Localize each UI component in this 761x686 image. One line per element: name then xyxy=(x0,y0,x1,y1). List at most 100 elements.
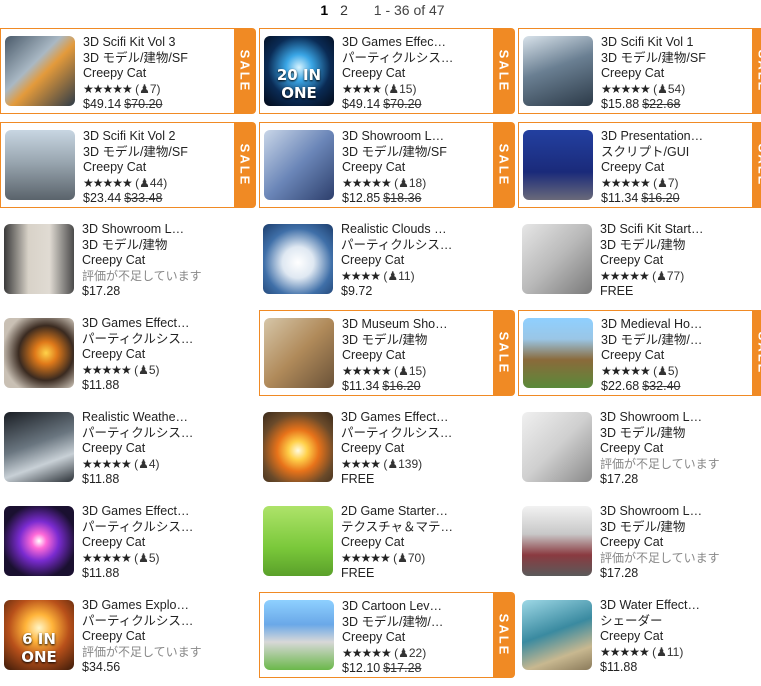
asset-publisher[interactable]: Creepy Cat xyxy=(601,348,713,364)
asset-publisher[interactable]: Creepy Cat xyxy=(600,253,748,269)
asset-card[interactable]: 3D Games Effect… パーティクルシス… Creepy Cat ★★★★★… xyxy=(0,310,238,396)
asset-publisher[interactable]: Creepy Cat xyxy=(82,535,230,551)
asset-title[interactable]: 3D Games Effec… xyxy=(342,35,454,51)
asset-category[interactable]: 3D モデル/建物/SF xyxy=(83,145,195,161)
asset-thumbnail[interactable] xyxy=(4,224,74,294)
asset-thumbnail[interactable] xyxy=(263,506,333,576)
asset-publisher[interactable]: Creepy Cat xyxy=(342,348,454,364)
asset-category[interactable]: 3D モデル/建物 xyxy=(600,520,748,536)
asset-publisher[interactable]: Creepy Cat xyxy=(83,160,195,176)
asset-category[interactable]: テクスチャ＆マテ… xyxy=(341,520,489,536)
asset-card[interactable]: Realistic Weathe… パーティクルシス… Creepy Cat ★★★★… xyxy=(0,404,238,490)
asset-category[interactable]: スクリプト/GUI xyxy=(601,145,713,161)
asset-thumbnail[interactable] xyxy=(523,318,593,388)
asset-card[interactable]: 3D Showroom L… 3D モデル/建物/SF Creepy Cat ★★★★… xyxy=(259,122,515,208)
asset-publisher[interactable]: Creepy Cat xyxy=(341,253,489,269)
asset-category[interactable]: シェーダー xyxy=(600,614,748,630)
asset-title[interactable]: 3D Scifi Kit Start… xyxy=(600,222,748,238)
asset-category[interactable]: 3D モデル/建物 xyxy=(600,238,748,254)
asset-category[interactable]: パーティクルシス… xyxy=(82,520,230,536)
asset-title[interactable]: 3D Museum Sho… xyxy=(342,317,454,333)
asset-category[interactable]: パーティクルシス… xyxy=(341,426,489,442)
asset-card[interactable]: 3D Showroom L… 3D モデル/建物 Creepy Cat 評価が不足して… xyxy=(0,216,238,302)
asset-thumbnail[interactable] xyxy=(4,412,74,482)
asset-card[interactable]: 3D Scifi Kit Vol 2 3D モデル/建物/SF Creepy Cat… xyxy=(0,122,256,208)
asset-category[interactable]: 3D モデル/建物/… xyxy=(601,333,713,349)
asset-thumbnail[interactable] xyxy=(523,36,593,106)
asset-title[interactable]: 3D Showroom L… xyxy=(600,504,748,520)
asset-thumbnail[interactable] xyxy=(4,506,74,576)
asset-card[interactable]: 3D Cartoon Lev… 3D モデル/建物/… Creepy Cat ★★★★… xyxy=(259,592,515,678)
asset-thumbnail[interactable] xyxy=(4,318,74,388)
asset-thumbnail[interactable] xyxy=(5,36,75,106)
asset-thumbnail[interactable] xyxy=(5,130,75,200)
asset-publisher[interactable]: Creepy Cat xyxy=(341,441,489,457)
asset-title[interactable]: 3D Scifi Kit Vol 1 xyxy=(601,35,713,51)
asset-card[interactable]: 3D Scifi Kit Vol 3 3D モデル/建物/SF Creepy Cat… xyxy=(0,28,256,114)
asset-card[interactable]: Realistic Clouds … パーティクルシス… Creepy Cat ★★★… xyxy=(259,216,497,302)
asset-card[interactable]: 3D Medieval Ho… 3D モデル/建物/… Creepy Cat ★★★★… xyxy=(518,310,761,396)
asset-publisher[interactable]: Creepy Cat xyxy=(600,629,748,645)
asset-card[interactable]: 3D Games Effect… パーティクルシス… Creepy Cat ★★★★ … xyxy=(259,404,497,490)
asset-card[interactable]: 6 IN ONE 3D Games Explo… パーティクルシス… Creepy C… xyxy=(0,592,238,678)
asset-publisher[interactable]: Creepy Cat xyxy=(342,160,454,176)
asset-publisher[interactable]: Creepy Cat xyxy=(600,441,748,457)
asset-category[interactable]: 3D モデル/建物/SF xyxy=(342,145,454,161)
asset-card[interactable]: 2D Game Starter… テクスチャ＆マテ… Creepy Cat ★★★★★… xyxy=(259,498,497,584)
asset-title[interactable]: 3D Showroom L… xyxy=(600,410,748,426)
asset-title[interactable]: Realistic Clouds … xyxy=(341,222,489,238)
asset-publisher[interactable]: Creepy Cat xyxy=(342,630,454,646)
asset-category[interactable]: パーティクルシス… xyxy=(341,238,489,254)
asset-title[interactable]: 3D Medieval Ho… xyxy=(601,317,713,333)
asset-card[interactable]: 3D Showroom L… 3D モデル/建物 Creepy Cat 評価が不足して… xyxy=(518,498,756,584)
asset-publisher[interactable]: Creepy Cat xyxy=(601,66,713,82)
asset-title[interactable]: 3D Cartoon Lev… xyxy=(342,599,454,615)
asset-publisher[interactable]: Creepy Cat xyxy=(342,66,454,82)
asset-thumbnail[interactable] xyxy=(523,130,593,200)
asset-publisher[interactable]: Creepy Cat xyxy=(83,66,195,82)
asset-title[interactable]: 3D Games Effect… xyxy=(341,410,489,426)
asset-title[interactable]: 3D Games Explo… xyxy=(82,598,230,614)
asset-category[interactable]: 3D モデル/建物 xyxy=(600,426,748,442)
asset-thumbnail[interactable] xyxy=(263,412,333,482)
asset-thumbnail[interactable]: 20 IN ONE xyxy=(264,36,334,106)
asset-title[interactable]: 3D Scifi Kit Vol 3 xyxy=(83,35,195,51)
page-link-2[interactable]: 2 xyxy=(340,2,348,18)
asset-title[interactable]: 3D Showroom L… xyxy=(82,222,230,238)
asset-thumbnail[interactable] xyxy=(522,224,592,294)
asset-thumbnail[interactable] xyxy=(522,600,592,670)
asset-title[interactable]: 2D Game Starter… xyxy=(341,504,489,520)
asset-title[interactable]: 3D Showroom L… xyxy=(342,129,454,145)
asset-thumbnail[interactable] xyxy=(264,130,334,200)
asset-category[interactable]: 3D モデル/建物/SF xyxy=(83,51,195,67)
asset-title[interactable]: 3D Games Effect… xyxy=(82,316,230,332)
asset-title[interactable]: Realistic Weathe… xyxy=(82,410,230,426)
asset-title[interactable]: 3D Water Effect… xyxy=(600,598,748,614)
asset-category[interactable]: 3D モデル/建物/… xyxy=(342,615,454,631)
asset-category[interactable]: 3D モデル/建物 xyxy=(342,333,454,349)
asset-publisher[interactable]: Creepy Cat xyxy=(82,441,230,457)
asset-category[interactable]: 3D モデル/建物/SF xyxy=(601,51,713,67)
asset-category[interactable]: パーティクルシス… xyxy=(82,332,230,348)
asset-thumbnail[interactable] xyxy=(263,224,333,294)
asset-card[interactable]: 3D Scifi Kit Vol 1 3D モデル/建物/SF Creepy Cat… xyxy=(518,28,761,114)
asset-thumbnail[interactable] xyxy=(264,318,334,388)
asset-category[interactable]: パーティクルシス… xyxy=(82,426,230,442)
asset-category[interactable]: 3D モデル/建物 xyxy=(82,238,230,254)
asset-card[interactable]: 20 IN ONE 3D Games Effec… パーティクルシス… Creepy … xyxy=(259,28,515,114)
asset-card[interactable]: 3D Games Effect… パーティクルシス… Creepy Cat ★★★★★… xyxy=(0,498,238,584)
asset-publisher[interactable]: Creepy Cat xyxy=(600,535,748,551)
asset-title[interactable]: 3D Games Effect… xyxy=(82,504,230,520)
asset-category[interactable]: パーティクルシス… xyxy=(82,614,230,630)
asset-thumbnail[interactable] xyxy=(522,412,592,482)
asset-publisher[interactable]: Creepy Cat xyxy=(82,347,230,363)
asset-publisher[interactable]: Creepy Cat xyxy=(82,629,230,645)
asset-thumbnail[interactable] xyxy=(264,600,334,670)
asset-category[interactable]: パーティクルシス… xyxy=(342,51,454,67)
asset-title[interactable]: 3D Scifi Kit Vol 2 xyxy=(83,129,195,145)
asset-thumbnail[interactable] xyxy=(522,506,592,576)
asset-card[interactable]: 3D Scifi Kit Start… 3D モデル/建物 Creepy Cat ★★… xyxy=(518,216,756,302)
asset-card[interactable]: 3D Presentation… スクリプト/GUI Creepy Cat ★★★★★… xyxy=(518,122,761,208)
asset-publisher[interactable]: Creepy Cat xyxy=(82,253,230,269)
asset-card[interactable]: 3D Museum Sho… 3D モデル/建物 Creepy Cat ★★★★★ (… xyxy=(259,310,515,396)
